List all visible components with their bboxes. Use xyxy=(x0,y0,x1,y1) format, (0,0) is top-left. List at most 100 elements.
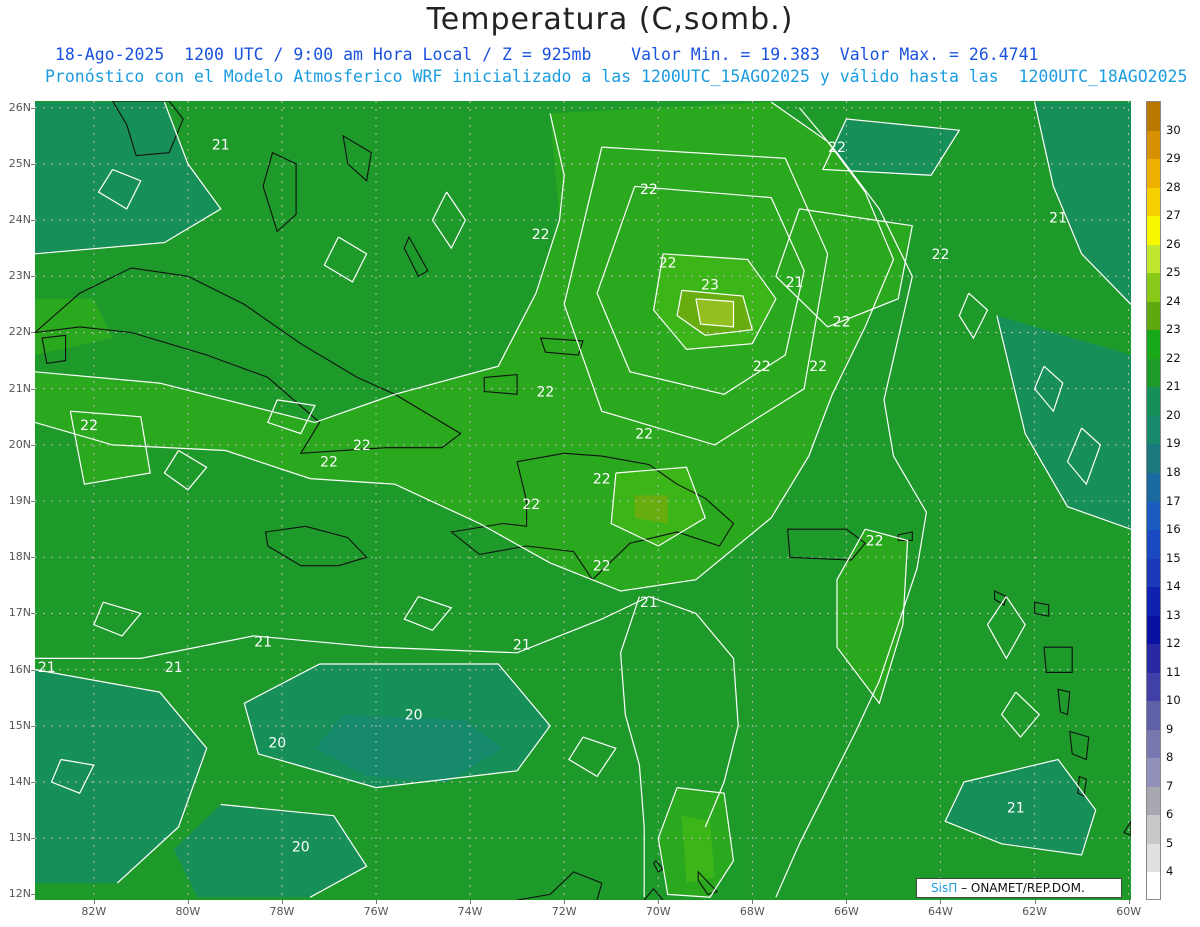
color-scale-label: 12 xyxy=(1166,636,1181,651)
contour-value-label: 22 xyxy=(635,427,653,443)
contour-value-label: 22 xyxy=(866,533,884,549)
model-info-line: Pronóstico con el Modelo Atmosferico WRF… xyxy=(45,67,1188,86)
longitude-tick xyxy=(470,900,472,904)
color-scale-label: 9 xyxy=(1166,721,1174,736)
temperature-map[interactable]: 21 22 22 22 21 22 22 23 21 22 22 22 22 22 22 22 22 22 22 22… xyxy=(35,101,1131,900)
color-scale-swatch xyxy=(1147,843,1160,873)
contour-value-label: 22 xyxy=(522,497,540,513)
contour-value-label: 23 xyxy=(701,278,719,294)
color-scale-label: 21 xyxy=(1166,379,1181,394)
latitude-tick xyxy=(31,838,35,840)
color-scale-swatch xyxy=(1147,102,1160,132)
latitude-label: 25N xyxy=(8,156,31,170)
color-scale-label: 25 xyxy=(1166,265,1181,280)
color-scale-swatch xyxy=(1147,758,1160,788)
longitude-tick xyxy=(752,900,754,904)
color-scale-label: 4 xyxy=(1166,864,1174,879)
field-region-t25 xyxy=(695,298,734,327)
longitude-label: 72W xyxy=(551,905,577,918)
latitude-tick xyxy=(31,220,35,222)
color-scale-swatch xyxy=(1147,872,1160,899)
contour-value-label: 22 xyxy=(932,247,950,263)
color-scale-label: 24 xyxy=(1166,293,1181,308)
latitude-tick xyxy=(31,332,35,334)
color-scale-swatch xyxy=(1147,358,1160,388)
contour-value-label: 20 xyxy=(292,840,310,856)
color-scale-swatch xyxy=(1147,387,1160,417)
longitude-label: 60W xyxy=(1116,905,1142,918)
latitude-tick xyxy=(31,501,35,503)
latitude-label: 12N xyxy=(8,887,31,901)
color-scale-swatch xyxy=(1147,187,1160,217)
latitude-label: 24N xyxy=(8,213,31,227)
latitude-label: 14N xyxy=(8,775,31,788)
color-scale-swatch xyxy=(1147,301,1160,331)
valid-time-line: 18-Ago-2025 1200 UTC / 9:00 am Hora Loca… xyxy=(55,45,1039,64)
color-scale-swatch xyxy=(1147,444,1160,474)
longitude-tick xyxy=(1128,900,1130,904)
latitude-label: 13N xyxy=(8,831,31,845)
color-scale-swatch xyxy=(1147,729,1160,759)
color-scale-label: 11 xyxy=(1166,664,1181,679)
contour-value-label: 22 xyxy=(640,182,658,198)
longitude-label: 82W xyxy=(81,905,107,918)
color-scale-label: 19 xyxy=(1166,436,1181,451)
color-scale-swatch xyxy=(1147,244,1160,274)
longitude-tick xyxy=(281,900,283,904)
contour-value-label: 21 xyxy=(254,635,272,651)
longitude-label: 64W xyxy=(928,905,953,918)
latitude-tick xyxy=(31,163,35,165)
organization-label: – ONAMET/REP.DOM. xyxy=(961,881,1085,895)
longitude-tick xyxy=(376,900,378,904)
longitude-tick xyxy=(187,900,189,904)
color-scale-label: 8 xyxy=(1166,750,1174,765)
color-scale-swatch xyxy=(1147,501,1160,531)
color-scale-label: 14 xyxy=(1166,579,1181,594)
contour-value-label: 22 xyxy=(320,455,338,471)
color-scale-swatch xyxy=(1147,672,1160,702)
color-scale-label: 26 xyxy=(1166,236,1181,251)
latitude-label: 18N xyxy=(8,550,31,564)
color-scale-label: 22 xyxy=(1166,350,1181,365)
contour-value-label: 21 xyxy=(1007,800,1025,816)
color-scale-label: 30 xyxy=(1166,122,1181,137)
latitude-tick xyxy=(31,613,35,615)
longitude-label: 68W xyxy=(739,905,765,918)
color-scale-swatch xyxy=(1147,615,1160,645)
color-scale-label: 13 xyxy=(1166,607,1181,622)
color-scale-swatch xyxy=(1147,701,1160,731)
contour-value-label: 20 xyxy=(268,736,286,752)
contour-value-label: 21 xyxy=(786,275,804,291)
sispi-logo-text: SisΠ xyxy=(931,881,958,895)
color-scale-label: 7 xyxy=(1166,778,1174,793)
color-scale-label: 29 xyxy=(1166,151,1181,166)
contour-value-label: 22 xyxy=(659,255,677,271)
longitude-label: 70W xyxy=(645,905,671,918)
color-scale-swatch xyxy=(1147,587,1160,617)
latitude-label: 26N xyxy=(8,100,31,114)
color-scale-label: 18 xyxy=(1166,464,1181,479)
color-scale-swatch xyxy=(1147,273,1160,303)
contour-value-label: 20 xyxy=(405,708,423,724)
latitude-label: 17N xyxy=(8,606,31,620)
longitude-label: 80W xyxy=(175,905,201,918)
contour-value-label: 22 xyxy=(809,359,827,375)
longitude-tick xyxy=(940,900,942,904)
longitude-label: 62W xyxy=(1022,905,1047,918)
map-canvas: 21 22 22 22 21 22 22 23 21 22 22 22 22 22 22 22 22 22 22 22… xyxy=(35,101,1131,900)
contour-value-label: 21 xyxy=(1049,210,1067,226)
latitude-tick xyxy=(31,669,35,671)
contour-value-label: 21 xyxy=(513,637,531,653)
contour-value-label: 22 xyxy=(828,140,846,156)
longitude-label: 66W xyxy=(833,905,859,918)
latitude-label: 22N xyxy=(8,325,31,339)
color-scale-label: 20 xyxy=(1166,407,1181,422)
latitude-tick xyxy=(31,444,35,446)
latitude-tick xyxy=(31,557,35,559)
color-scale-swatch xyxy=(1147,558,1160,588)
contour-value-label: 22 xyxy=(753,359,771,375)
latitude-tick xyxy=(31,388,35,390)
color-scale-swatch xyxy=(1147,815,1160,845)
color-scale-label: 5 xyxy=(1166,835,1174,850)
color-scale-swatch xyxy=(1147,644,1160,674)
